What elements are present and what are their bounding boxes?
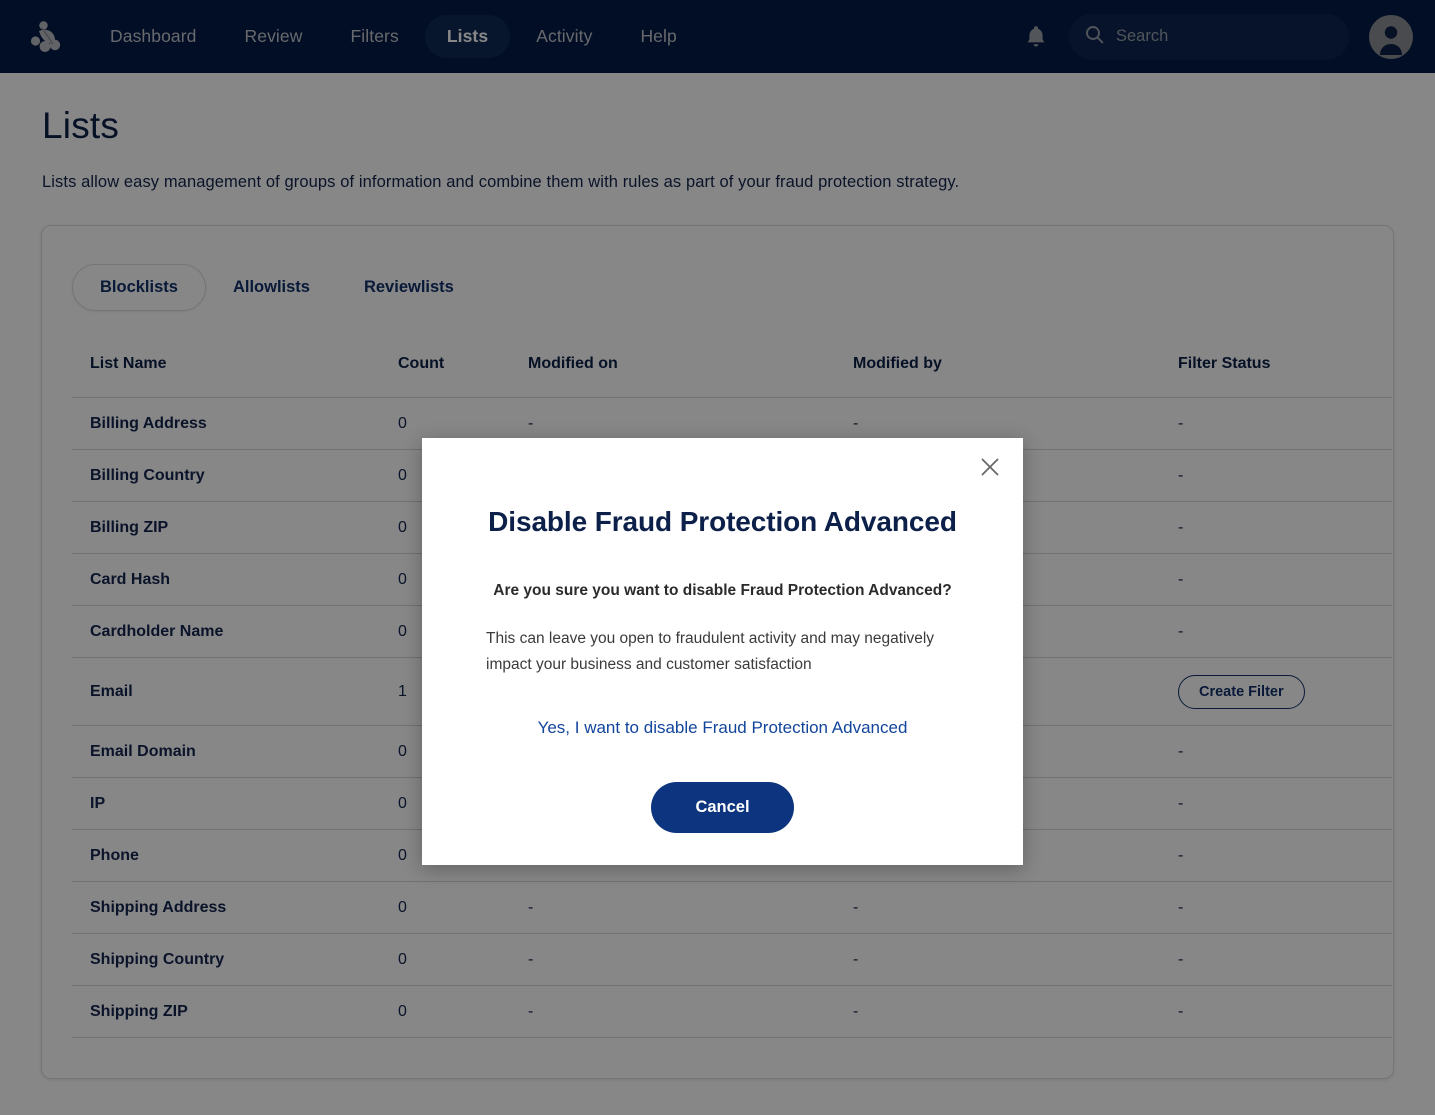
cancel-button[interactable]: Cancel (651, 782, 793, 833)
modal-question: Are you sure you want to disable Fraud P… (486, 582, 959, 600)
modal-actions: Cancel (486, 782, 959, 833)
close-icon[interactable] (973, 450, 1007, 484)
disable-fraud-protection-modal: Disable Fraud Protection Advanced Are yo… (422, 438, 1023, 865)
modal-body-text: This can leave you open to fraudulent ac… (486, 626, 959, 678)
confirm-disable-link[interactable]: Yes, I want to disable Fraud Protection … (486, 718, 959, 738)
modal-title: Disable Fraud Protection Advanced (486, 438, 959, 538)
